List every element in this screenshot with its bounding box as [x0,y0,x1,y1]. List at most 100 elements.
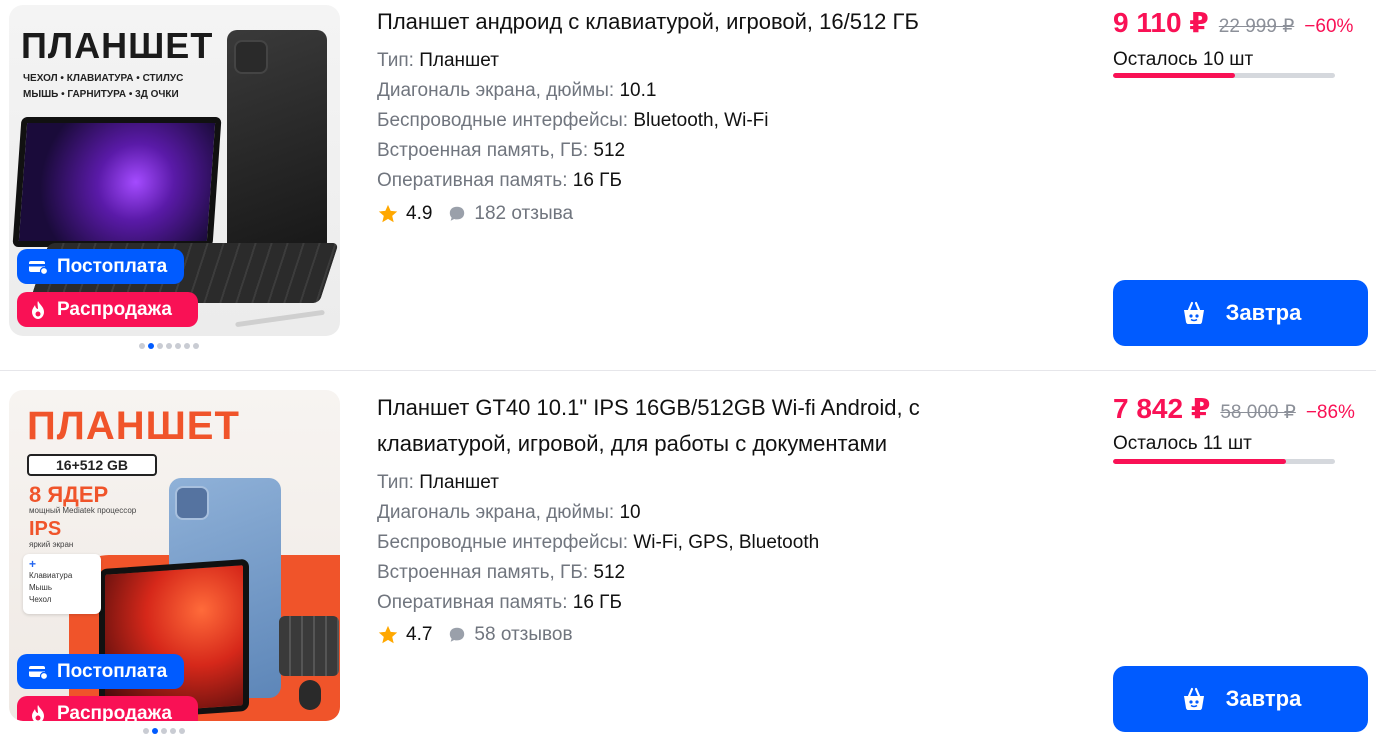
rating-value: 4.9 [406,203,433,224]
carousel-dots[interactable] [139,343,199,349]
attribute-key: Оперативная память: [377,592,573,613]
product-attributes: Тип: Планшет Диагональ экрана, дюймы: 10… [377,46,768,196]
discount: −86% [1305,402,1355,423]
camera-module-illustration [175,486,209,520]
mouse-illustration [299,680,321,710]
product-card[interactable]: ПЛАНШЕТ ЧЕХОЛ • КЛАВИАТУРА • СТИЛУС МЫШЬ… [0,0,1376,370]
carousel-dot[interactable] [139,343,145,349]
sale-badge-label: Распродажа [57,298,172,320]
attribute-key: Встроенная память, ГБ: [377,140,594,161]
current-price: 7 842 ₽ [1113,393,1211,424]
carousel-dot[interactable] [184,343,190,349]
star-icon [378,625,398,644]
image-features-line: ЧЕХОЛ • КЛАВИАТУРА • СТИЛУС [23,73,184,84]
attribute-value: Bluetooth, Wi-Fi [633,110,769,131]
product-card[interactable]: ПЛАНШЕТ 16+512 GB 8 ЯДЕР мощный Mediatek… [0,371,1376,742]
product-attributes: Тип: Планшет Диагональ экрана, дюймы: 10… [377,468,819,618]
reviews-count: 58 отзывов [474,624,573,645]
attribute-row: Тип: Планшет [377,46,768,76]
buy-button-label: Завтра [1225,300,1302,325]
carousel-dot[interactable] [143,728,149,734]
attribute-key: Беспроводные интерфейсы: [377,110,634,131]
product-title[interactable]: Планшет GT40 10.1" IPS 16GB/512GB Wi-fi … [377,390,1017,462]
keyboard-illustration [279,616,339,676]
tablet-screen-illustration [12,117,222,247]
attribute-row: Встроенная память, ГБ: 512 [377,558,819,588]
postpay-badge: Постоплата [17,249,184,284]
carousel-dot[interactable] [166,343,172,349]
image-ips-caption: яркий экран [29,540,74,549]
plus-icon: + [29,557,37,571]
attribute-row: Беспроводные интерфейсы: Wi-Fi, GPS, Blu… [377,528,819,558]
image-cores-caption: мощный Mediatek процессор [29,506,137,515]
card-icon [27,256,49,278]
attribute-key: Тип: [377,50,420,71]
image-headline: ПЛАНШЕТ [27,404,240,448]
attribute-key: Встроенная память, ГБ: [377,562,594,583]
price-block: 9 110 ₽ 22 999 ₽ −60% [1113,6,1353,39]
carousel-dot[interactable] [175,343,181,349]
sale-badge: Распродажа [17,292,198,327]
price-block: 7 842 ₽ 58 000 ₽ −86% [1113,392,1355,425]
sale-badge-label: Распродажа [57,702,172,722]
reviews-count: 182 отзыва [474,203,574,224]
stock-progress-bar [1113,459,1335,464]
discount: −60% [1304,16,1354,37]
chat-bubble-icon [450,627,465,642]
image-extra-item: Мышь [29,583,52,592]
rating-row[interactable]: 4.7 58 отзывов [377,624,573,646]
star-icon [378,204,398,223]
image-extra-item: Чехол [29,595,52,604]
attribute-key: Диагональ экрана, дюймы: [377,502,620,523]
flame-icon [27,703,49,721]
sale-badge: Распродажа [17,696,198,721]
carousel-dots[interactable] [143,728,185,734]
card-icon [27,661,49,683]
attribute-value: 10 [619,502,641,523]
product-image[interactable]: ПЛАНШЕТ ЧЕХОЛ • КЛАВИАТУРА • СТИЛУС МЫШЬ… [9,5,340,336]
carousel-dot[interactable] [161,728,167,734]
attribute-value: Wi-Fi, GPS, Bluetooth [633,532,820,553]
attribute-key: Диагональ экрана, дюймы: [377,80,620,101]
product-title[interactable]: Планшет андроид с клавиатурой, игровой, … [377,4,1017,40]
carousel-dot[interactable] [157,343,163,349]
carousel-dot[interactable] [170,728,176,734]
old-price: 58 000 ₽ [1220,402,1296,423]
flame-icon [27,299,49,321]
attribute-value: 10.1 [619,80,657,101]
postpay-badge: Постоплата [17,654,184,689]
delivery-buy-button[interactable]: Завтра [1113,280,1368,346]
image-headline: ПЛАНШЕТ [21,25,214,66]
attribute-row: Беспроводные интерфейсы: Bluetooth, Wi-F… [377,106,768,136]
delivery-buy-button[interactable]: Завтра [1113,666,1368,732]
stock-left: Осталось 10 шт [1113,49,1254,70]
attribute-value: 16 ГБ [572,592,622,613]
attribute-key: Беспроводные интерфейсы: [377,532,634,553]
attribute-key: Оперативная память: [377,170,573,191]
carousel-dot[interactable] [193,343,199,349]
image-features: ЧЕХОЛ • КЛАВИАТУРА • СТИЛУС МЫШЬ • ГАРНИ… [23,71,233,103]
rating-value: 4.7 [406,624,433,645]
carousel-dot[interactable] [148,343,154,349]
stock-progress-bar [1113,73,1335,78]
chat-bubble-icon [450,206,465,221]
stock-left: Осталось 11 шт [1113,433,1252,454]
attribute-row: Диагональ экрана, дюймы: 10.1 [377,76,768,106]
product-image[interactable]: ПЛАНШЕТ 16+512 GB 8 ЯДЕР мощный Mediatek… [9,390,340,721]
attribute-row: Оперативная память: 16 ГБ [377,588,819,618]
buy-button-label: Завтра [1225,686,1302,711]
rating-row[interactable]: 4.9 182 отзыва [377,203,573,225]
old-price: 22 999 ₽ [1218,16,1295,37]
stock-progress-fill [1113,73,1236,78]
attribute-value: 512 [593,140,626,161]
carousel-dot[interactable] [152,728,158,734]
carousel-dot[interactable] [179,728,185,734]
attribute-value: Планшет [419,50,499,71]
postpay-badge-label: Постоплата [57,660,168,682]
image-cores-label: 8 ЯДЕР [29,482,109,507]
attribute-key: Тип: [377,472,420,493]
basket-icon [1183,301,1204,324]
stock-progress-fill [1113,459,1287,464]
image-extras-list: + Клавиатура Мышь Чехол [23,554,101,614]
image-ips-label: IPS [29,518,62,540]
